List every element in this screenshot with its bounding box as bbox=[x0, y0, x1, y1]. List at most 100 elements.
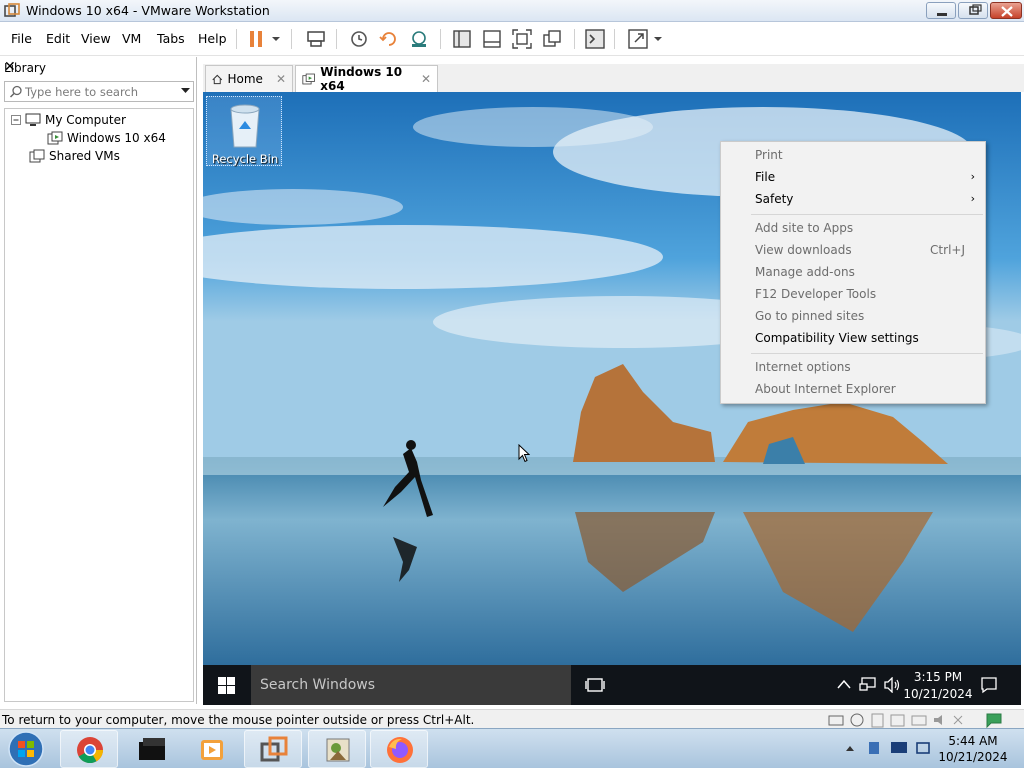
tab-home[interactable]: Home ✕ bbox=[205, 65, 293, 92]
collapse-icon[interactable] bbox=[11, 115, 21, 125]
menu-item-file[interactable]: File bbox=[755, 170, 775, 184]
menu-view[interactable]: View bbox=[81, 31, 111, 46]
terminal-icon bbox=[139, 738, 165, 760]
tree-item-my-computer[interactable]: My Computer bbox=[11, 113, 126, 127]
close-button[interactable] bbox=[990, 2, 1022, 19]
tab-close-icon[interactable]: ✕ bbox=[276, 72, 286, 86]
volume-icon[interactable] bbox=[883, 677, 901, 693]
host-time: 5:44 AM bbox=[948, 734, 998, 748]
guest-display[interactable]: Recycle Bin Print File › Safety › Add si… bbox=[203, 92, 1021, 705]
unity-icon[interactable] bbox=[540, 27, 564, 51]
tree-label-shared-vms: Shared VMs bbox=[49, 149, 120, 163]
menu-vm[interactable]: VM bbox=[122, 31, 141, 46]
menu-item-print: Print bbox=[755, 148, 783, 162]
chevron-up-icon[interactable] bbox=[837, 679, 851, 689]
toolbar-separator bbox=[574, 29, 575, 49]
vmware-icon bbox=[260, 736, 288, 762]
library-close-button[interactable]: ✕ bbox=[4, 59, 190, 75]
menu-bar: File Edit View VM Tabs Help bbox=[0, 22, 1024, 56]
mouse-cursor-icon bbox=[518, 444, 530, 463]
toolbar-separator bbox=[614, 29, 615, 49]
show-library-icon[interactable] bbox=[450, 27, 474, 51]
media-player-icon bbox=[201, 740, 223, 760]
menu-file[interactable]: File bbox=[11, 31, 32, 46]
menu-item-safety[interactable]: Safety bbox=[755, 192, 793, 206]
search-icon bbox=[9, 85, 22, 98]
computer-icon bbox=[25, 113, 41, 126]
status-message: To return to your computer, move the mou… bbox=[2, 713, 475, 727]
library-search-input[interactable] bbox=[25, 84, 175, 99]
shared-vms-icon bbox=[29, 149, 45, 163]
taskbar-vmware[interactable] bbox=[244, 730, 302, 768]
host-start-icon[interactable] bbox=[6, 730, 46, 768]
snapshot-manager-icon[interactable] bbox=[407, 27, 431, 51]
host-date: 10/21/2024 bbox=[938, 750, 1008, 764]
thumbnail-icon[interactable] bbox=[480, 27, 504, 51]
tab-vm[interactable]: Windows 10 x64 ✕ bbox=[295, 65, 438, 93]
console-icon[interactable] bbox=[583, 27, 607, 51]
host-clock[interactable]: 5:44 AM 10/21/2024 bbox=[928, 733, 1018, 765]
taskbar-chrome[interactable] bbox=[60, 730, 118, 768]
chrome-icon bbox=[77, 737, 104, 764]
start-icon[interactable] bbox=[218, 677, 235, 694]
taskbar-photos[interactable] bbox=[308, 730, 366, 768]
guest-date: 10/21/2024 bbox=[903, 687, 973, 701]
toolbar-separator bbox=[440, 29, 441, 49]
full-screen-icon[interactable] bbox=[510, 27, 534, 51]
dropdown-icon[interactable] bbox=[268, 27, 284, 51]
stretch-icon[interactable] bbox=[626, 27, 650, 51]
send-keys-icon[interactable] bbox=[304, 27, 328, 51]
dropdown-icon[interactable] bbox=[650, 27, 666, 51]
host-display-icon[interactable] bbox=[890, 740, 908, 756]
desktop-icon-recycle-bin[interactable]: Recycle Bin bbox=[206, 96, 282, 166]
menu-edit[interactable]: Edit bbox=[46, 31, 70, 46]
taskbar-firefox[interactable] bbox=[370, 730, 428, 768]
host-taskbar: 5:44 AM 10/21/2024 bbox=[0, 728, 1024, 768]
home-icon bbox=[212, 74, 223, 84]
toolbar-separator bbox=[291, 29, 292, 49]
firefox-icon bbox=[387, 737, 413, 763]
shortcut-view-downloads: Ctrl+J bbox=[930, 243, 965, 257]
chevron-down-icon[interactable] bbox=[181, 88, 190, 94]
guest-time: 3:15 PM bbox=[913, 670, 963, 684]
device-status-icons[interactable] bbox=[828, 712, 978, 728]
tree-label-vm: Windows 10 x64 bbox=[67, 131, 166, 145]
status-bar: To return to your computer, move the mou… bbox=[0, 709, 1024, 729]
network-icon[interactable] bbox=[859, 677, 877, 693]
close-icon bbox=[1001, 6, 1013, 17]
message-log-icon[interactable] bbox=[985, 712, 1003, 728]
taskbar-terminal[interactable] bbox=[122, 730, 180, 768]
tree-item-vm[interactable]: Windows 10 x64 bbox=[47, 131, 166, 145]
guest-taskbar: Search Windows 3:15 PM 10/21/2024 bbox=[203, 665, 1021, 705]
library-tree: My Computer Windows 10 x64 Shared VMs bbox=[4, 108, 194, 702]
tab-close-icon[interactable]: ✕ bbox=[421, 72, 431, 86]
snapshot-icon[interactable] bbox=[347, 27, 371, 51]
menu-item-compatibility-view-settings[interactable]: Compatibility View settings bbox=[755, 331, 919, 345]
menu-help[interactable]: Help bbox=[198, 31, 227, 46]
toolbar-separator bbox=[336, 29, 337, 49]
tab-vm-label: Windows 10 x64 bbox=[320, 65, 403, 93]
toolbar-separator bbox=[236, 29, 237, 49]
library-search[interactable] bbox=[4, 81, 194, 102]
library-panel: Library ✕ My Computer Windows 10 x64 Sha… bbox=[0, 57, 197, 704]
host-device-icon[interactable] bbox=[866, 740, 882, 756]
menu-item-manage-add-ons: Manage add-ons bbox=[755, 265, 855, 279]
vm-icon bbox=[47, 131, 63, 145]
task-view-icon[interactable] bbox=[585, 677, 605, 693]
guest-clock[interactable]: 3:15 PM 10/21/2024 bbox=[903, 669, 973, 703]
maximize-button[interactable] bbox=[958, 2, 988, 19]
menu-tabs[interactable]: Tabs bbox=[157, 31, 185, 46]
tree-item-shared-vms[interactable]: Shared VMs bbox=[29, 149, 120, 163]
revert-icon[interactable] bbox=[377, 27, 401, 51]
recycle-bin-label: Recycle Bin bbox=[211, 152, 279, 166]
minimize-button[interactable] bbox=[926, 2, 956, 19]
suspend-icon[interactable] bbox=[244, 27, 268, 51]
taskbar-media-player[interactable] bbox=[182, 730, 240, 768]
notifications-icon[interactable] bbox=[980, 676, 998, 694]
vm-icon bbox=[302, 73, 315, 85]
minimize-icon bbox=[937, 13, 947, 16]
guest-search-box[interactable]: Search Windows bbox=[251, 665, 571, 705]
submenu-arrow-icon: › bbox=[970, 170, 975, 183]
title-bar: Windows 10 x64 - VMware Workstation bbox=[0, 0, 1024, 22]
chevron-up-icon[interactable] bbox=[845, 744, 855, 752]
